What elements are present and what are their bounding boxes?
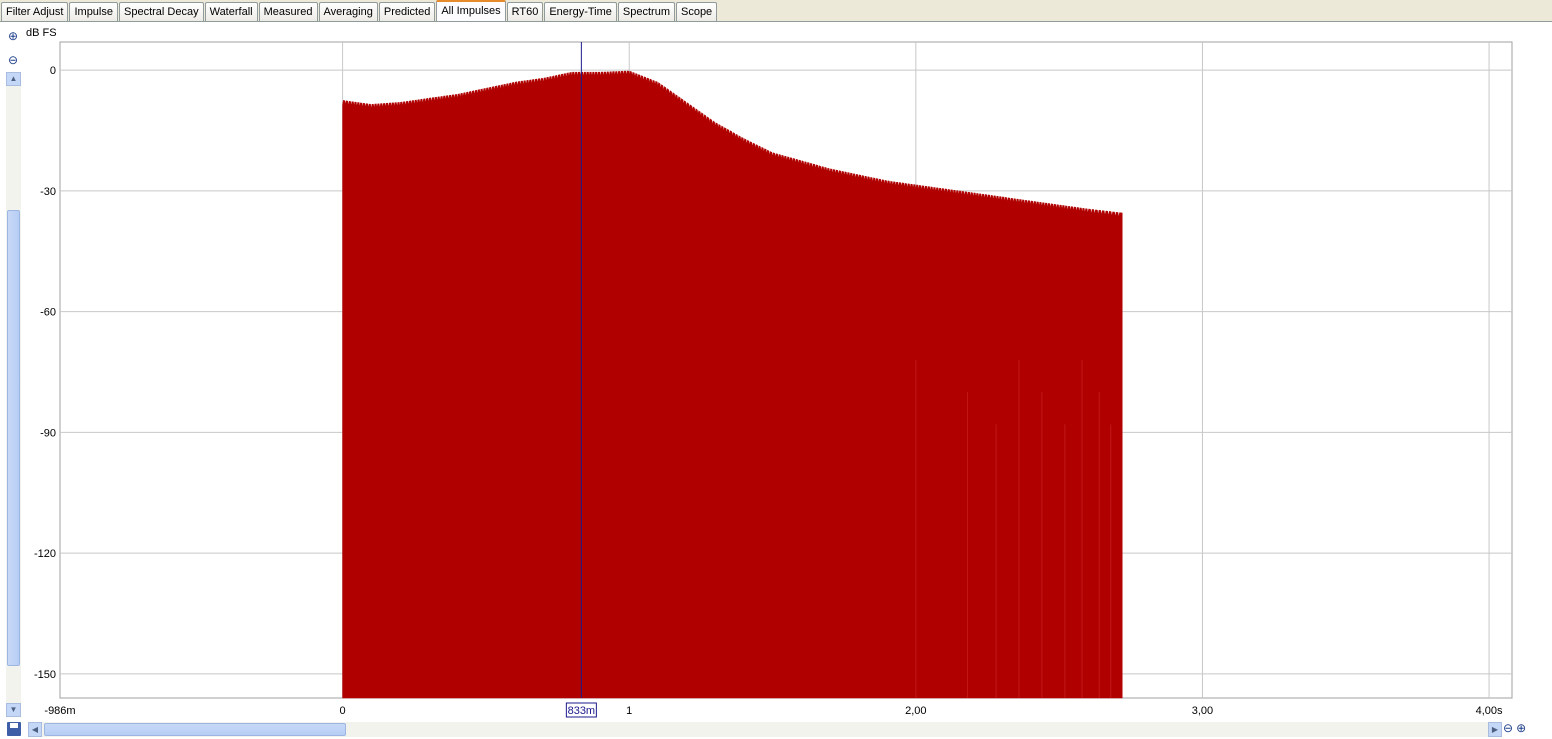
save-icon[interactable] — [7, 722, 21, 736]
x-tick-label: 0 — [340, 705, 346, 717]
tab-list: Filter Adjust Impulse Spectral Decay Waterf… — [1, 0, 718, 21]
bottom-bar: ◀ ▶ ⊖⊕ — [0, 720, 1552, 739]
tab-predicted[interactable]: Predicted — [378, 2, 436, 21]
tab-impulse[interactable]: Impulse — [69, 2, 118, 21]
horizontal-scrollbar[interactable]: ◀ ▶ — [28, 722, 1502, 737]
y-tick-label: -120 — [34, 548, 56, 560]
horizontal-zoom-in-icon[interactable]: ⊕ — [1516, 721, 1529, 735]
tab-waterfall[interactable]: Waterfall — [204, 2, 258, 21]
tab-spectrum[interactable]: Spectrum — [617, 2, 675, 21]
horizontal-zoom-controls: ⊖⊕ — [1503, 721, 1529, 735]
y-tick-label: -60 — [40, 307, 56, 319]
x-tick-label: 3,00 — [1192, 705, 1213, 717]
y-tick-label: -150 — [34, 669, 56, 681]
x-tick-label: 4,00s — [1476, 705, 1503, 717]
tab-filter-adjust[interactable]: Filter Adjust — [1, 2, 69, 21]
x-tick-label: -986m — [44, 705, 75, 717]
tab-spectral-decay[interactable]: Spectral Decay — [119, 2, 204, 21]
x-tick-label: 1 — [626, 705, 632, 717]
tab-averaging[interactable]: Averaging — [318, 2, 378, 21]
tab-all-impulses[interactable]: All Impulses — [436, 0, 506, 21]
tab-measured[interactable]: Measured — [258, 2, 318, 21]
horizontal-scroll-thumb[interactable] — [44, 723, 346, 736]
tab-rt60[interactable]: RT60 — [506, 2, 544, 21]
tab-energy-time[interactable]: Energy-Time — [544, 2, 617, 21]
tab-bar: Filter Adjust Impulse Spectral Decay Waterf… — [0, 0, 1552, 22]
x-tick-label: 2,00 — [905, 705, 926, 717]
tab-scope[interactable]: Scope — [675, 2, 718, 21]
y-tick-label: -90 — [40, 427, 56, 439]
scroll-right-button[interactable]: ▶ — [1488, 722, 1502, 737]
horizontal-zoom-out-icon[interactable]: ⊖ — [1503, 721, 1516, 735]
y-tick-label: -30 — [40, 186, 56, 198]
all-impulses-chart[interactable]: 0 -30 -60 -90 -120 -150 -986m 0 1 2,00 3,00 4,00s 83… — [0, 22, 1552, 720]
scroll-left-button[interactable]: ◀ — [28, 722, 42, 737]
cursor-value-label: 833m — [568, 705, 596, 717]
y-tick-label: 0 — [50, 65, 56, 77]
